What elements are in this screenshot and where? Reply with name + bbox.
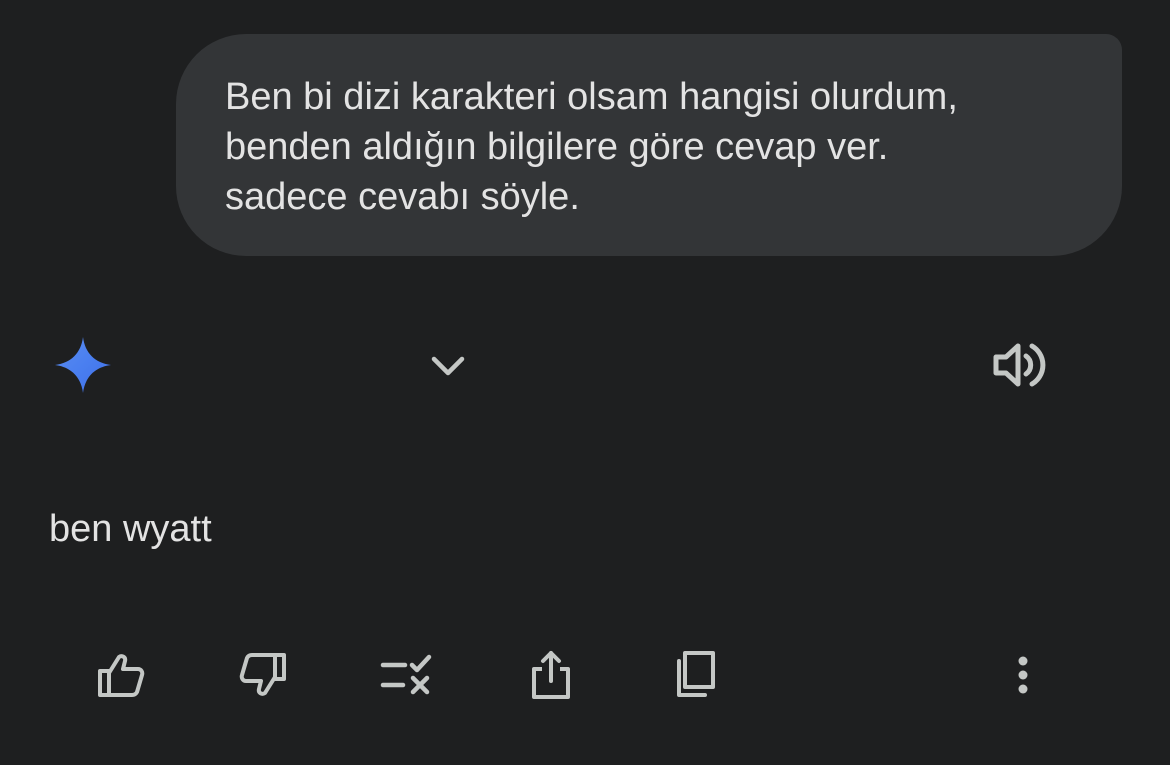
more-options-button[interactable] [994,646,1052,704]
modify-response-icon [380,654,432,695]
copy-icon [677,651,715,697]
speaker-icon [993,343,1046,387]
thumbs-up-button[interactable] [92,646,150,704]
chevron-down-icon [431,356,465,376]
share-icon [532,651,570,699]
response-header [0,325,1170,405]
more-options-icon [1018,656,1028,694]
thumbs-down-icon [239,653,286,696]
copy-button[interactable] [666,646,724,704]
gemini-sparkle-icon [51,333,115,397]
thumbs-down-button[interactable] [234,646,292,704]
user-message-bubble: Ben bi dizi karakteri olsam hangisi olur… [176,34,1122,256]
thumbs-up-icon [98,654,145,697]
user-message-line: benden aldığın bilgilere göre cevap ver. [225,126,889,168]
share-button[interactable] [522,646,580,704]
response-action-bar [0,640,1170,710]
read-aloud-button[interactable] [988,337,1052,393]
response-text: ben wyatt [49,508,212,550]
chat-screen: Ben bi dizi karakteri olsam hangisi olur… [0,0,1170,765]
show-drafts-chevron-button[interactable] [420,339,476,391]
user-message-line: Ben bi dizi karakteri olsam hangisi olur… [225,76,958,118]
user-message-line: sadece cevabı söyle. [225,176,580,218]
modify-response-button[interactable] [378,646,436,704]
